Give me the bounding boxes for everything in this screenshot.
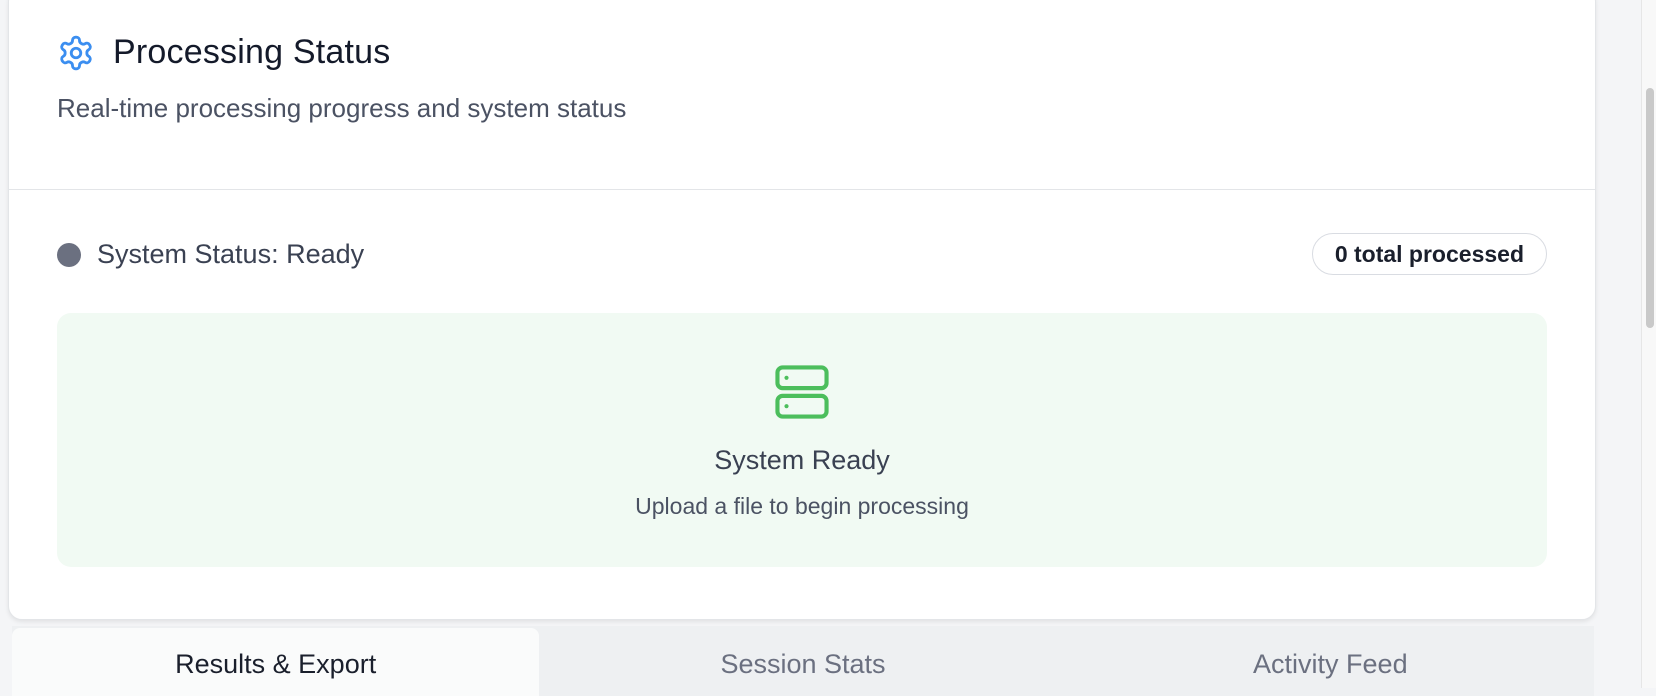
page-subtitle: Real-time processing progress and system… [57,93,627,123]
system-ready-message: Upload a file to begin processing [635,493,969,519]
system-ready-panel: System Ready Upload a file to begin proc… [57,313,1547,567]
system-status-row: System Status: Ready 0 total processed [57,233,1547,277]
page-title: Processing Status [113,33,391,71]
scrollbar-thumb[interactable] [1646,88,1654,328]
server-icon [771,361,833,423]
total-processed-badge: 0 total processed [1311,233,1547,275]
system-ready-title: System Ready [714,445,890,475]
tab-activity-feed[interactable]: Activity Feed [1067,626,1594,696]
tab-results-export[interactable]: Results & Export [12,628,540,696]
page-scrollbar[interactable] [1641,0,1656,688]
card-header: Processing Status Real-time processing p… [9,0,1595,190]
gear-icon [57,34,95,72]
processing-status-card: Processing Status Real-time processing p… [8,0,1596,620]
tab-bar: Results & Export Session Stats Activity … [12,626,1594,696]
title-row: Processing Status [57,33,390,72]
status-dot [57,243,81,267]
tab-session-stats[interactable]: Session Stats [539,626,1066,696]
system-status-label: System Status: Ready [97,239,365,269]
